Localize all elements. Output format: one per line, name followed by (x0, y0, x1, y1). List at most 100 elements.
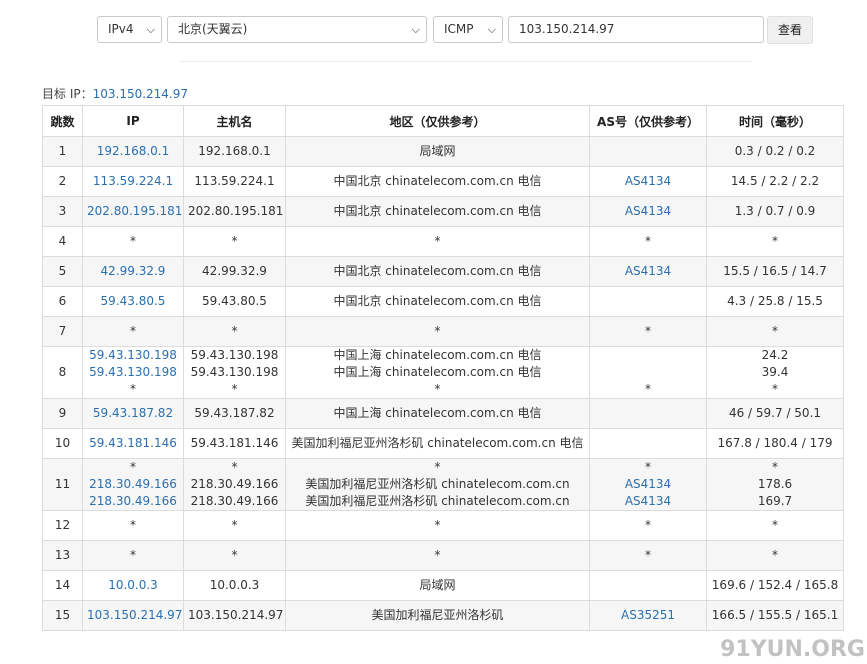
asn-cell: * (589, 510, 707, 541)
ip-cell-line[interactable]: 59.43.80.5 (87, 293, 179, 310)
region-cell: 中国北京 chinatelecom.com.cn 电信 (285, 196, 590, 227)
node-value: 北京(天翼云) (178, 22, 248, 36)
ip-cell-line[interactable]: 113.59.224.1 (87, 173, 179, 190)
asn-cell-line (594, 405, 702, 422)
ip-cell-line[interactable]: 59.43.187.82 (87, 405, 179, 422)
chevron-down-icon: ⌵ (411, 23, 420, 36)
hostname-cell-line: 113.59.224.1 (194, 174, 275, 188)
ip-cell-line[interactable]: 59.43.130.198 (87, 347, 179, 364)
region-cell-line: 局域网 (419, 578, 456, 592)
ip-cell-line[interactable]: 10.0.0.3 (87, 577, 179, 594)
asn-cell-line (594, 364, 702, 381)
ip-cell: 10.0.0.3 (82, 570, 184, 601)
chevron-down-icon: ⌵ (146, 23, 155, 36)
hop-cell: 15 (42, 600, 83, 631)
hostname-cell: * (183, 226, 286, 257)
asn-cell-line[interactable]: AS4134 (594, 493, 702, 510)
target-ip-input[interactable]: 103.150.214.97 (508, 16, 764, 43)
asn-cell-line[interactable]: AS4134 (594, 203, 702, 220)
hostname-cell: 42.99.32.9 (183, 256, 286, 287)
ip-cell: 59.43.181.146 (82, 428, 184, 459)
time-cell: 14.5 / 2.2 / 2.2 (706, 166, 844, 197)
region-cell: 中国北京 chinatelecom.com.cn 电信 (285, 166, 590, 197)
hostname-cell-line: * (231, 382, 238, 396)
target-ip-line: 目标 IP：103.150.214.97 (42, 85, 188, 102)
hop-cell: 1 (42, 136, 83, 167)
hop-cell: 14 (42, 570, 83, 601)
region-cell-line: * (434, 518, 441, 532)
protocol-select[interactable]: ICMP ⌵ (433, 16, 503, 43)
time-cell-line: 0.3 / 0.2 / 0.2 (734, 144, 816, 158)
hop-cell: 12 (42, 510, 83, 541)
ip-cell-line[interactable]: 202.80.195.181 (87, 203, 182, 220)
hostname-cell-line: 218.30.49.166 (190, 494, 279, 508)
region-cell: 美国加利福尼亚州洛杉矶 chinatelecom.com.cn 电信 (285, 428, 590, 459)
asn-cell-line[interactable]: AS4134 (594, 263, 702, 280)
hostname-cell-line: * (231, 324, 238, 338)
asn-cell: * (589, 346, 707, 399)
hostname-cell: 202.80.195.181 (183, 196, 286, 227)
watermark: 91YUN.ORG (720, 637, 865, 662)
table-row: 6 59.43.80.5 59.43.80.5 中国北京 chinatelecom.c… (42, 286, 844, 317)
region-cell: * (285, 316, 590, 347)
ip-cell-line: * (130, 518, 136, 532)
table-row: 5 42.99.32.9 42.99.32.9 中国北京 chinatelecom.c… (42, 256, 844, 287)
ip-cell-line: * (130, 324, 136, 338)
region-cell-line: * (434, 234, 441, 248)
hostname-cell: 113.59.224.1 (183, 166, 286, 197)
ip-cell-line: * (130, 234, 136, 248)
hop-cell: 6 (42, 286, 83, 317)
asn-cell: * (589, 316, 707, 347)
node-select[interactable]: 北京(天翼云) ⌵ (167, 16, 427, 43)
time-cell: 167.8 / 180.4 / 179 (706, 428, 844, 459)
region-cell-line: * (434, 548, 441, 562)
ip-cell-line[interactable]: 103.150.214.97 (87, 607, 182, 624)
asn-cell-line[interactable]: AS35251 (594, 607, 702, 624)
asn-cell-line[interactable]: AS4134 (594, 476, 702, 493)
hostname-cell-line: * (231, 548, 238, 562)
hostname-cell-line: 59.43.187.82 (194, 406, 275, 420)
region-cell: 美国加利福尼亚州洛杉矶 (285, 600, 590, 631)
time-cell-line: 14.5 / 2.2 / 2.2 (730, 174, 820, 188)
ip-cell-line[interactable]: 42.99.32.9 (87, 263, 179, 280)
time-cell: 0.3 / 0.2 / 0.2 (706, 136, 844, 167)
asn-cell-line (594, 435, 702, 452)
region-cell-line: * (434, 460, 441, 474)
region-cell-line: 中国北京 chinatelecom.com.cn 电信 (333, 174, 542, 188)
header-asn: AS号（仅供参考） (589, 105, 707, 137)
time-cell: 169.6 / 152.4 / 165.8 (706, 570, 844, 601)
hostname-cell-line: 59.43.130.198 (190, 348, 279, 362)
asn-cell-line[interactable]: AS4134 (594, 173, 702, 190)
time-cell-line: * (772, 234, 778, 248)
hop-cell: 13 (42, 540, 83, 571)
time-cell-line: * (772, 518, 778, 532)
hostname-cell-line: 59.43.181.146 (190, 436, 279, 450)
asn-cell: * (589, 226, 707, 257)
time-cell-line: * (772, 324, 778, 338)
ip-cell: 59.43.80.5 (82, 286, 184, 317)
hostname-cell: 192.168.0.1 (183, 136, 286, 167)
ip-cell-line: * (130, 548, 136, 562)
ip-cell-line[interactable]: 192.168.0.1 (87, 143, 179, 160)
ip-cell: 192.168.0.1 (82, 136, 184, 167)
ip-version-select[interactable]: IPv4 ⌵ (97, 16, 162, 43)
ip-cell-line[interactable]: 59.43.130.198 (87, 364, 179, 381)
asn-cell (589, 398, 707, 429)
table-row: 10 59.43.181.146 59.43.181.146 美国加利福尼亚州洛杉矶 … (42, 428, 844, 459)
time-cell: * 178.6 169.7 (706, 458, 844, 511)
hostname-cell-line: * (231, 518, 238, 532)
hostname-cell: * (183, 540, 286, 571)
hostname-cell: * (183, 510, 286, 541)
ip-cell-line[interactable]: 218.30.49.166 (87, 493, 179, 510)
header-hop: 跳数 (42, 105, 83, 137)
asn-cell-line (594, 143, 702, 160)
submit-button[interactable]: 查看 (767, 16, 813, 44)
ip-cell: * 218.30.49.166 218.30.49.166 (82, 458, 184, 511)
region-cell: 中国上海 chinatelecom.com.cn 电信 (285, 398, 590, 429)
time-cell-line: 169.7 (757, 494, 793, 508)
ip-cell-line[interactable]: 59.43.181.146 (87, 435, 179, 452)
ip-cell-line[interactable]: 218.30.49.166 (87, 476, 179, 493)
time-cell: * (706, 316, 844, 347)
time-cell: 24.2 39.4 * (706, 346, 844, 399)
divider (180, 61, 752, 62)
